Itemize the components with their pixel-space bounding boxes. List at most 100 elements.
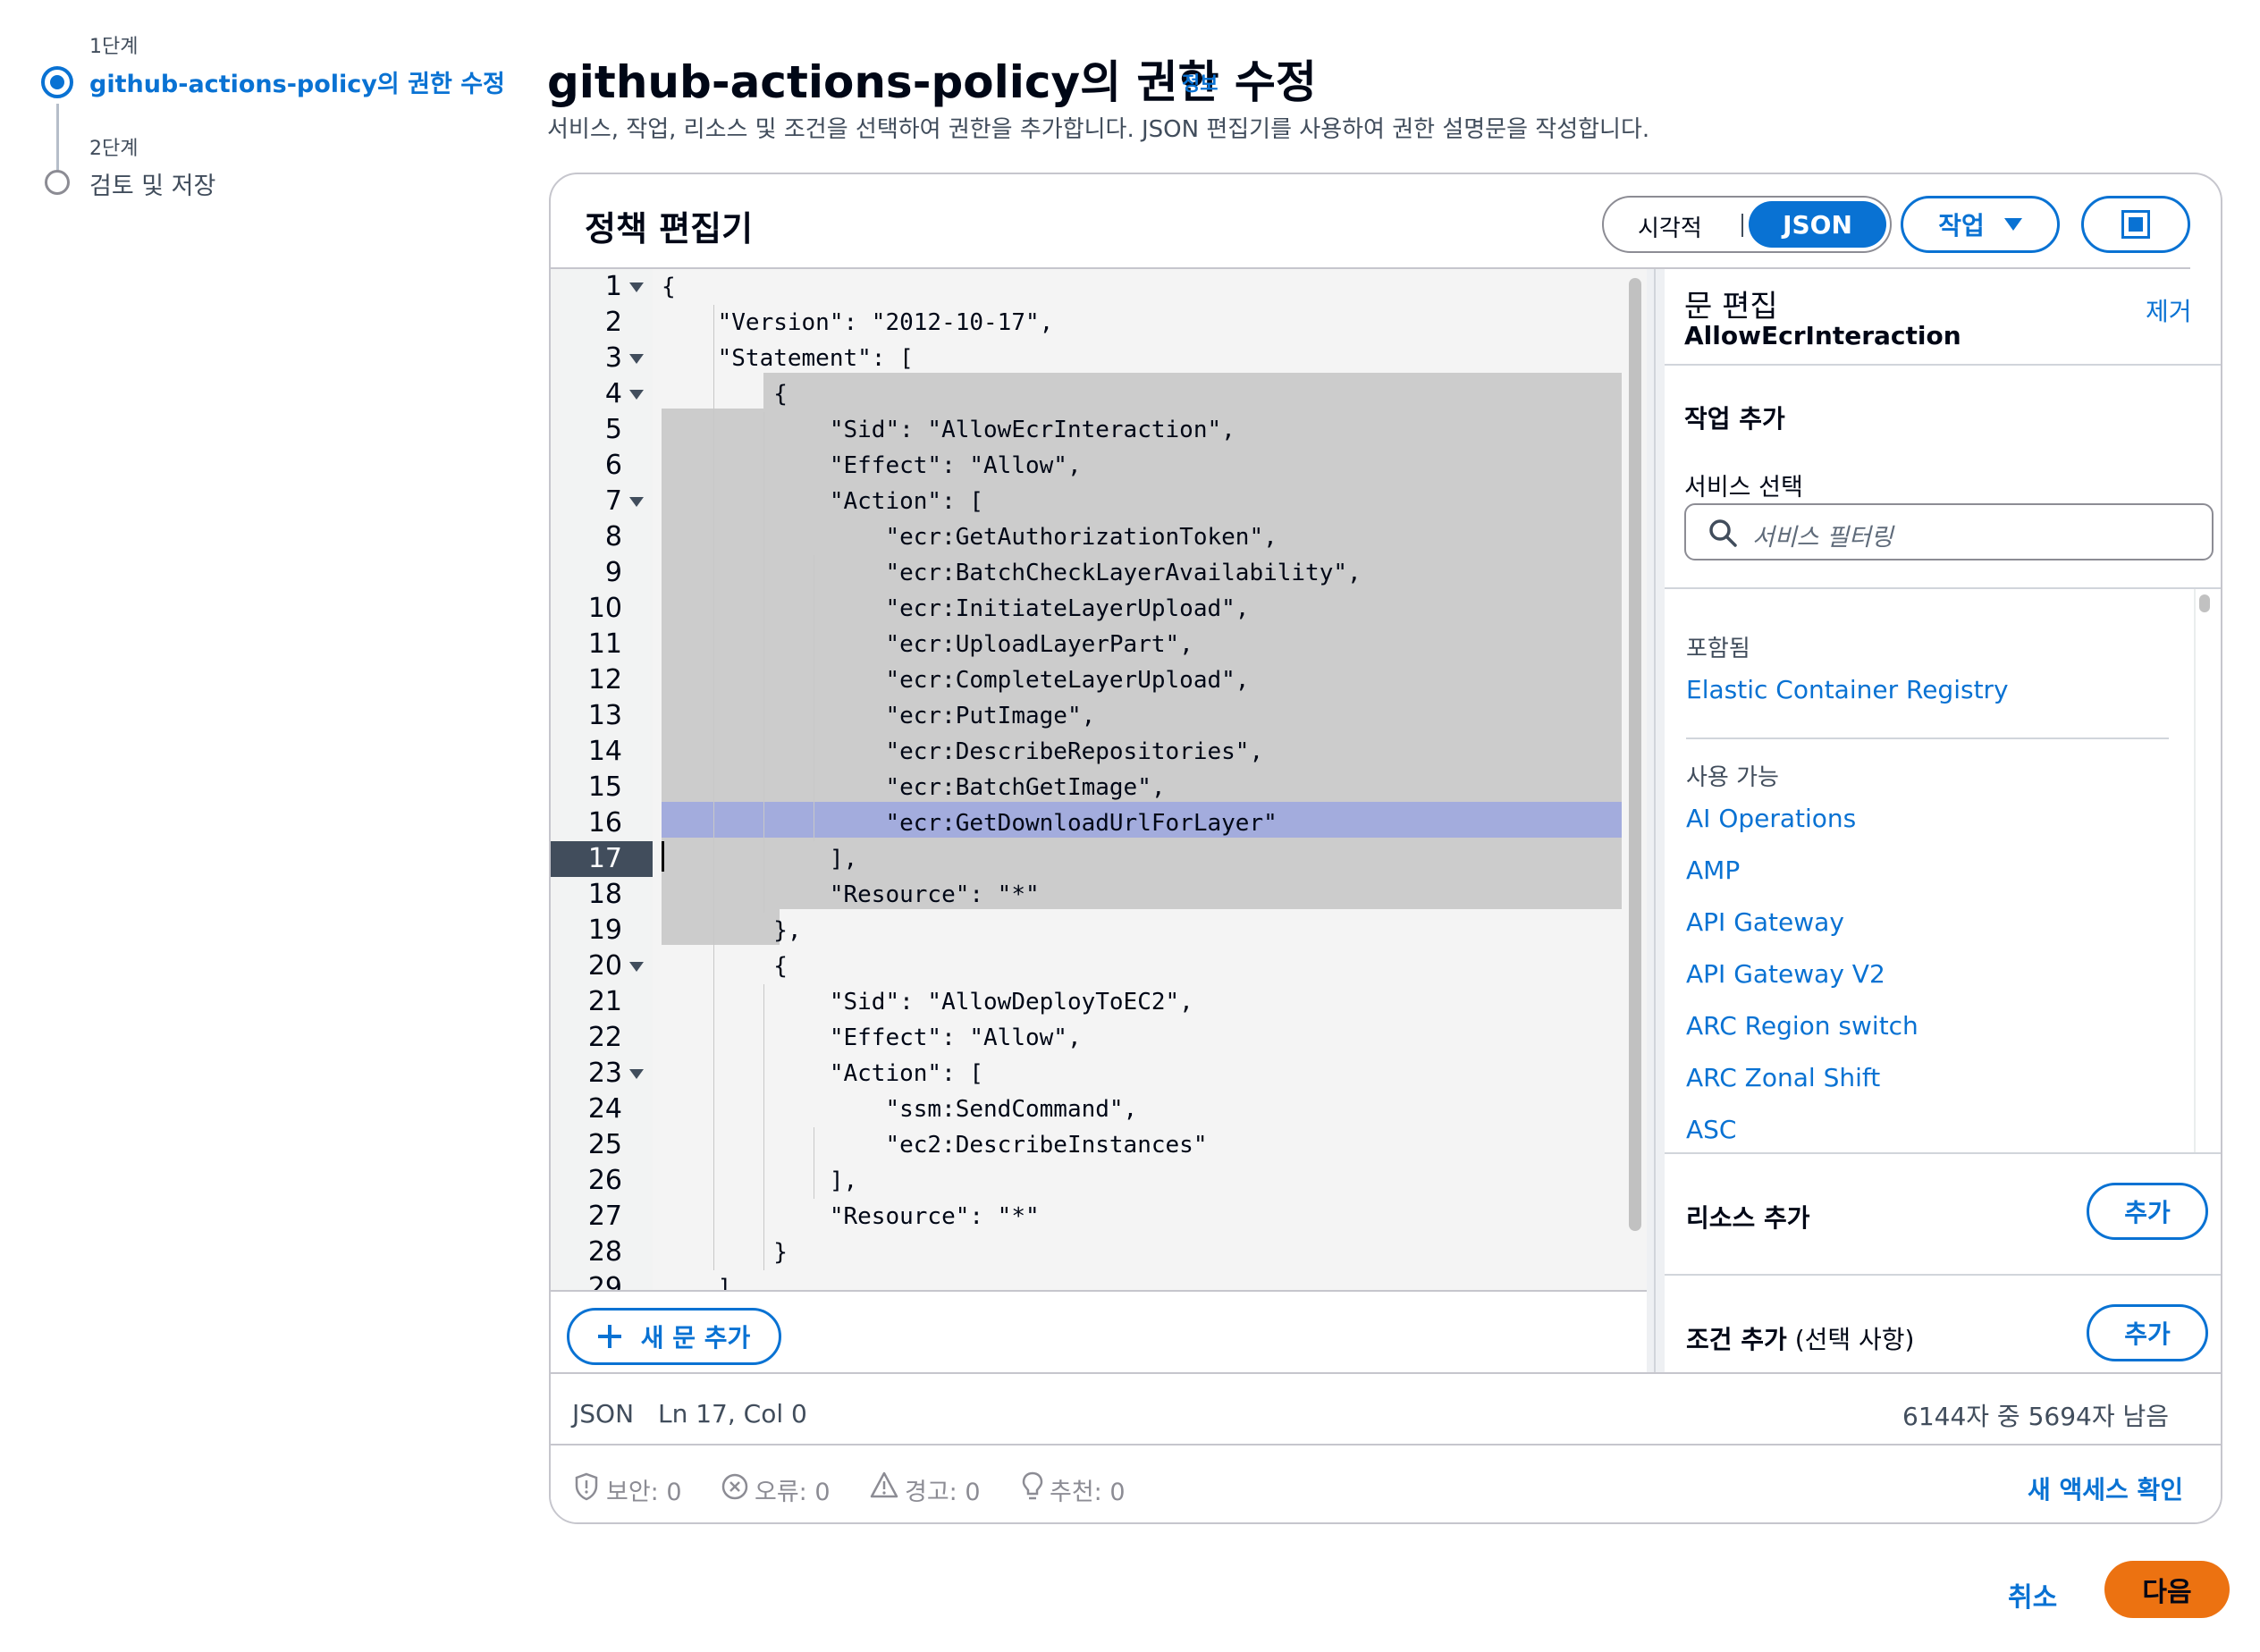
service-item[interactable]: ARC Zonal Shift bbox=[1686, 1063, 1880, 1092]
line-number: 12 bbox=[587, 664, 622, 695]
actions-label: 작업 bbox=[1938, 211, 1985, 240]
service-item[interactable]: ASC bbox=[1686, 1115, 1736, 1144]
actions-dropdown-button[interactable]: 작업 bbox=[1901, 196, 2060, 253]
next-button[interactable]: 다음 bbox=[2104, 1561, 2230, 1618]
divider bbox=[1686, 738, 2169, 739]
line-number: 15 bbox=[587, 771, 622, 803]
code-line: { bbox=[662, 953, 788, 980]
line-number: 21 bbox=[587, 986, 622, 1017]
service-list: 포함됨 Elastic Container Registry 사용 가능 AI … bbox=[1665, 589, 2221, 1152]
status-bar-divider bbox=[551, 1372, 2221, 1374]
line-number: 7 bbox=[604, 485, 622, 517]
code-line: "ecr:DescribeRepositories", bbox=[662, 738, 1264, 765]
indent-guide bbox=[763, 412, 764, 913]
divider bbox=[1665, 1152, 2221, 1154]
line-number: 14 bbox=[587, 736, 622, 767]
line-number: 25 bbox=[587, 1129, 622, 1160]
service-item[interactable]: API Gateway V2 bbox=[1686, 959, 1885, 989]
step-1-title[interactable]: github-actions-policy의 권한 수정 bbox=[89, 64, 505, 99]
remove-statement-link[interactable]: 제거 bbox=[2146, 292, 2192, 328]
service-item[interactable]: ARC Region switch bbox=[1686, 1011, 1918, 1041]
mode-visual-option[interactable]: 시각적 bbox=[1638, 210, 1702, 243]
code-line: "Resource": "*" bbox=[662, 881, 1040, 908]
divider bbox=[1665, 364, 2221, 366]
line-number: 10 bbox=[587, 593, 622, 624]
add-condition-button[interactable]: 추가 bbox=[2087, 1304, 2208, 1361]
code-line: "Sid": "AllowEcrInteraction", bbox=[662, 417, 1235, 443]
fullscreen-button[interactable] bbox=[2081, 196, 2190, 253]
select-service-label: 서비스 선택 bbox=[1684, 474, 1803, 502]
status-char-count: 6144자 중 5694자 남음 bbox=[1902, 1402, 2170, 1431]
warning-icon bbox=[870, 1471, 898, 1498]
service-item[interactable]: API Gateway bbox=[1686, 907, 1844, 937]
mode-json-option[interactable]: JSON bbox=[1749, 201, 1886, 248]
code-line: "ec2:DescribeInstances" bbox=[662, 1132, 1208, 1159]
editor-scrollbar-thumb[interactable] bbox=[1629, 278, 1641, 1231]
code-line: "ecr:UploadLayerPart", bbox=[662, 631, 1193, 658]
text-cursor bbox=[662, 841, 664, 872]
line-number: 6 bbox=[604, 450, 622, 481]
code-line: "ecr:GetAuthorizationToken", bbox=[662, 524, 1278, 551]
line-number: 4 bbox=[604, 378, 622, 409]
code-line: ] bbox=[662, 1275, 732, 1290]
add-actions-heading: 작업 추가 bbox=[1684, 404, 1785, 434]
line-number: 23 bbox=[587, 1058, 622, 1089]
included-label: 포함됨 bbox=[1686, 636, 1750, 662]
fold-toggle-icon[interactable] bbox=[629, 497, 644, 507]
toggle-separator bbox=[1741, 214, 1743, 237]
json-code-editor[interactable]: 1 2 3 4 5 6 7 8 9 10 11 12 13 14 15 16 17 18 19 20 21 22 23 24 2… bbox=[551, 269, 1647, 1290]
add-resource-button[interactable]: 추가 bbox=[2087, 1183, 2208, 1240]
line-number: 27 bbox=[587, 1201, 622, 1232]
statement-sid: AllowEcrInteraction bbox=[1684, 321, 1961, 350]
code-line: "Effect": "Allow", bbox=[662, 1024, 1082, 1051]
line-number: 20 bbox=[587, 950, 622, 982]
fold-toggle-icon[interactable] bbox=[629, 962, 644, 972]
pane-resize-handle[interactable] bbox=[1647, 269, 1665, 1372]
line-number: 11 bbox=[587, 628, 622, 660]
fold-toggle-icon[interactable] bbox=[629, 282, 644, 292]
line-number: 18 bbox=[587, 879, 622, 910]
line-number: 13 bbox=[587, 700, 622, 731]
line-number: 2 bbox=[604, 307, 622, 338]
included-service-ecr[interactable]: Elastic Container Registry bbox=[1686, 675, 2009, 704]
plus-icon bbox=[597, 1325, 621, 1348]
step-2-title[interactable]: 검토 및 저장 bbox=[89, 166, 215, 201]
shield-icon bbox=[575, 1472, 598, 1501]
code-line: "ecr:InitiateLayerUpload", bbox=[662, 595, 1250, 622]
selection-highlight bbox=[763, 373, 1623, 409]
add-resource-heading: 리소스 추가 bbox=[1686, 1203, 1810, 1233]
add-statement-button[interactable]: 새 문 추가 bbox=[567, 1308, 781, 1365]
line-number: 1 bbox=[604, 271, 622, 302]
line-number: 24 bbox=[587, 1093, 622, 1125]
fold-toggle-icon[interactable] bbox=[629, 390, 644, 400]
divider bbox=[1665, 1274, 2221, 1276]
lightbulb-icon bbox=[1022, 1471, 1043, 1500]
info-link[interactable]: 정보 bbox=[1182, 68, 1218, 97]
add-statement-label: 새 문 추가 bbox=[640, 1323, 751, 1353]
validation-security[interactable]: 보안: 0 bbox=[606, 1472, 682, 1507]
service-list-scrollbar[interactable] bbox=[2194, 589, 2212, 1152]
policy-editor-panel: 정책 편집기 시각적 JSON 작업 1 2 3 4 5 6 7 8 9 10 11 12 13 14 15… bbox=[549, 173, 2222, 1524]
code-line: "Action": [ bbox=[662, 1060, 984, 1087]
validation-bar: 보안: 0 오류: 0 경고: 0 추천: 0 새 액세스 확인 bbox=[551, 1446, 2221, 1522]
validation-suggestions[interactable]: 추천: 0 bbox=[1050, 1472, 1126, 1507]
check-new-access-link[interactable]: 새 액세스 확인 bbox=[2028, 1471, 2183, 1506]
line-number: 22 bbox=[587, 1022, 622, 1053]
code-line: "ecr:BatchGetImage", bbox=[662, 774, 1166, 801]
cancel-button[interactable]: 취소 bbox=[2008, 1575, 2057, 1614]
validation-warnings[interactable]: 경고: 0 bbox=[905, 1472, 981, 1507]
code-line: { bbox=[662, 274, 676, 300]
editor-mode-toggle: 시각적 JSON bbox=[1602, 196, 1892, 253]
line-number: 17 bbox=[587, 843, 622, 874]
fold-toggle-icon[interactable] bbox=[629, 354, 644, 364]
editor-bottom-divider bbox=[551, 1290, 1647, 1292]
service-item[interactable]: AMP bbox=[1686, 856, 1740, 885]
fold-toggle-icon[interactable] bbox=[629, 1069, 644, 1079]
step-connector bbox=[56, 104, 59, 172]
code-line: }, bbox=[662, 917, 802, 944]
code-line: ], bbox=[662, 846, 858, 872]
validation-errors[interactable]: 오류: 0 bbox=[755, 1472, 831, 1507]
service-filter-field[interactable]: 서비스 필터링 bbox=[1684, 503, 2214, 560]
fullscreen-icon bbox=[2121, 210, 2150, 239]
service-item[interactable]: AI Operations bbox=[1686, 804, 1856, 833]
